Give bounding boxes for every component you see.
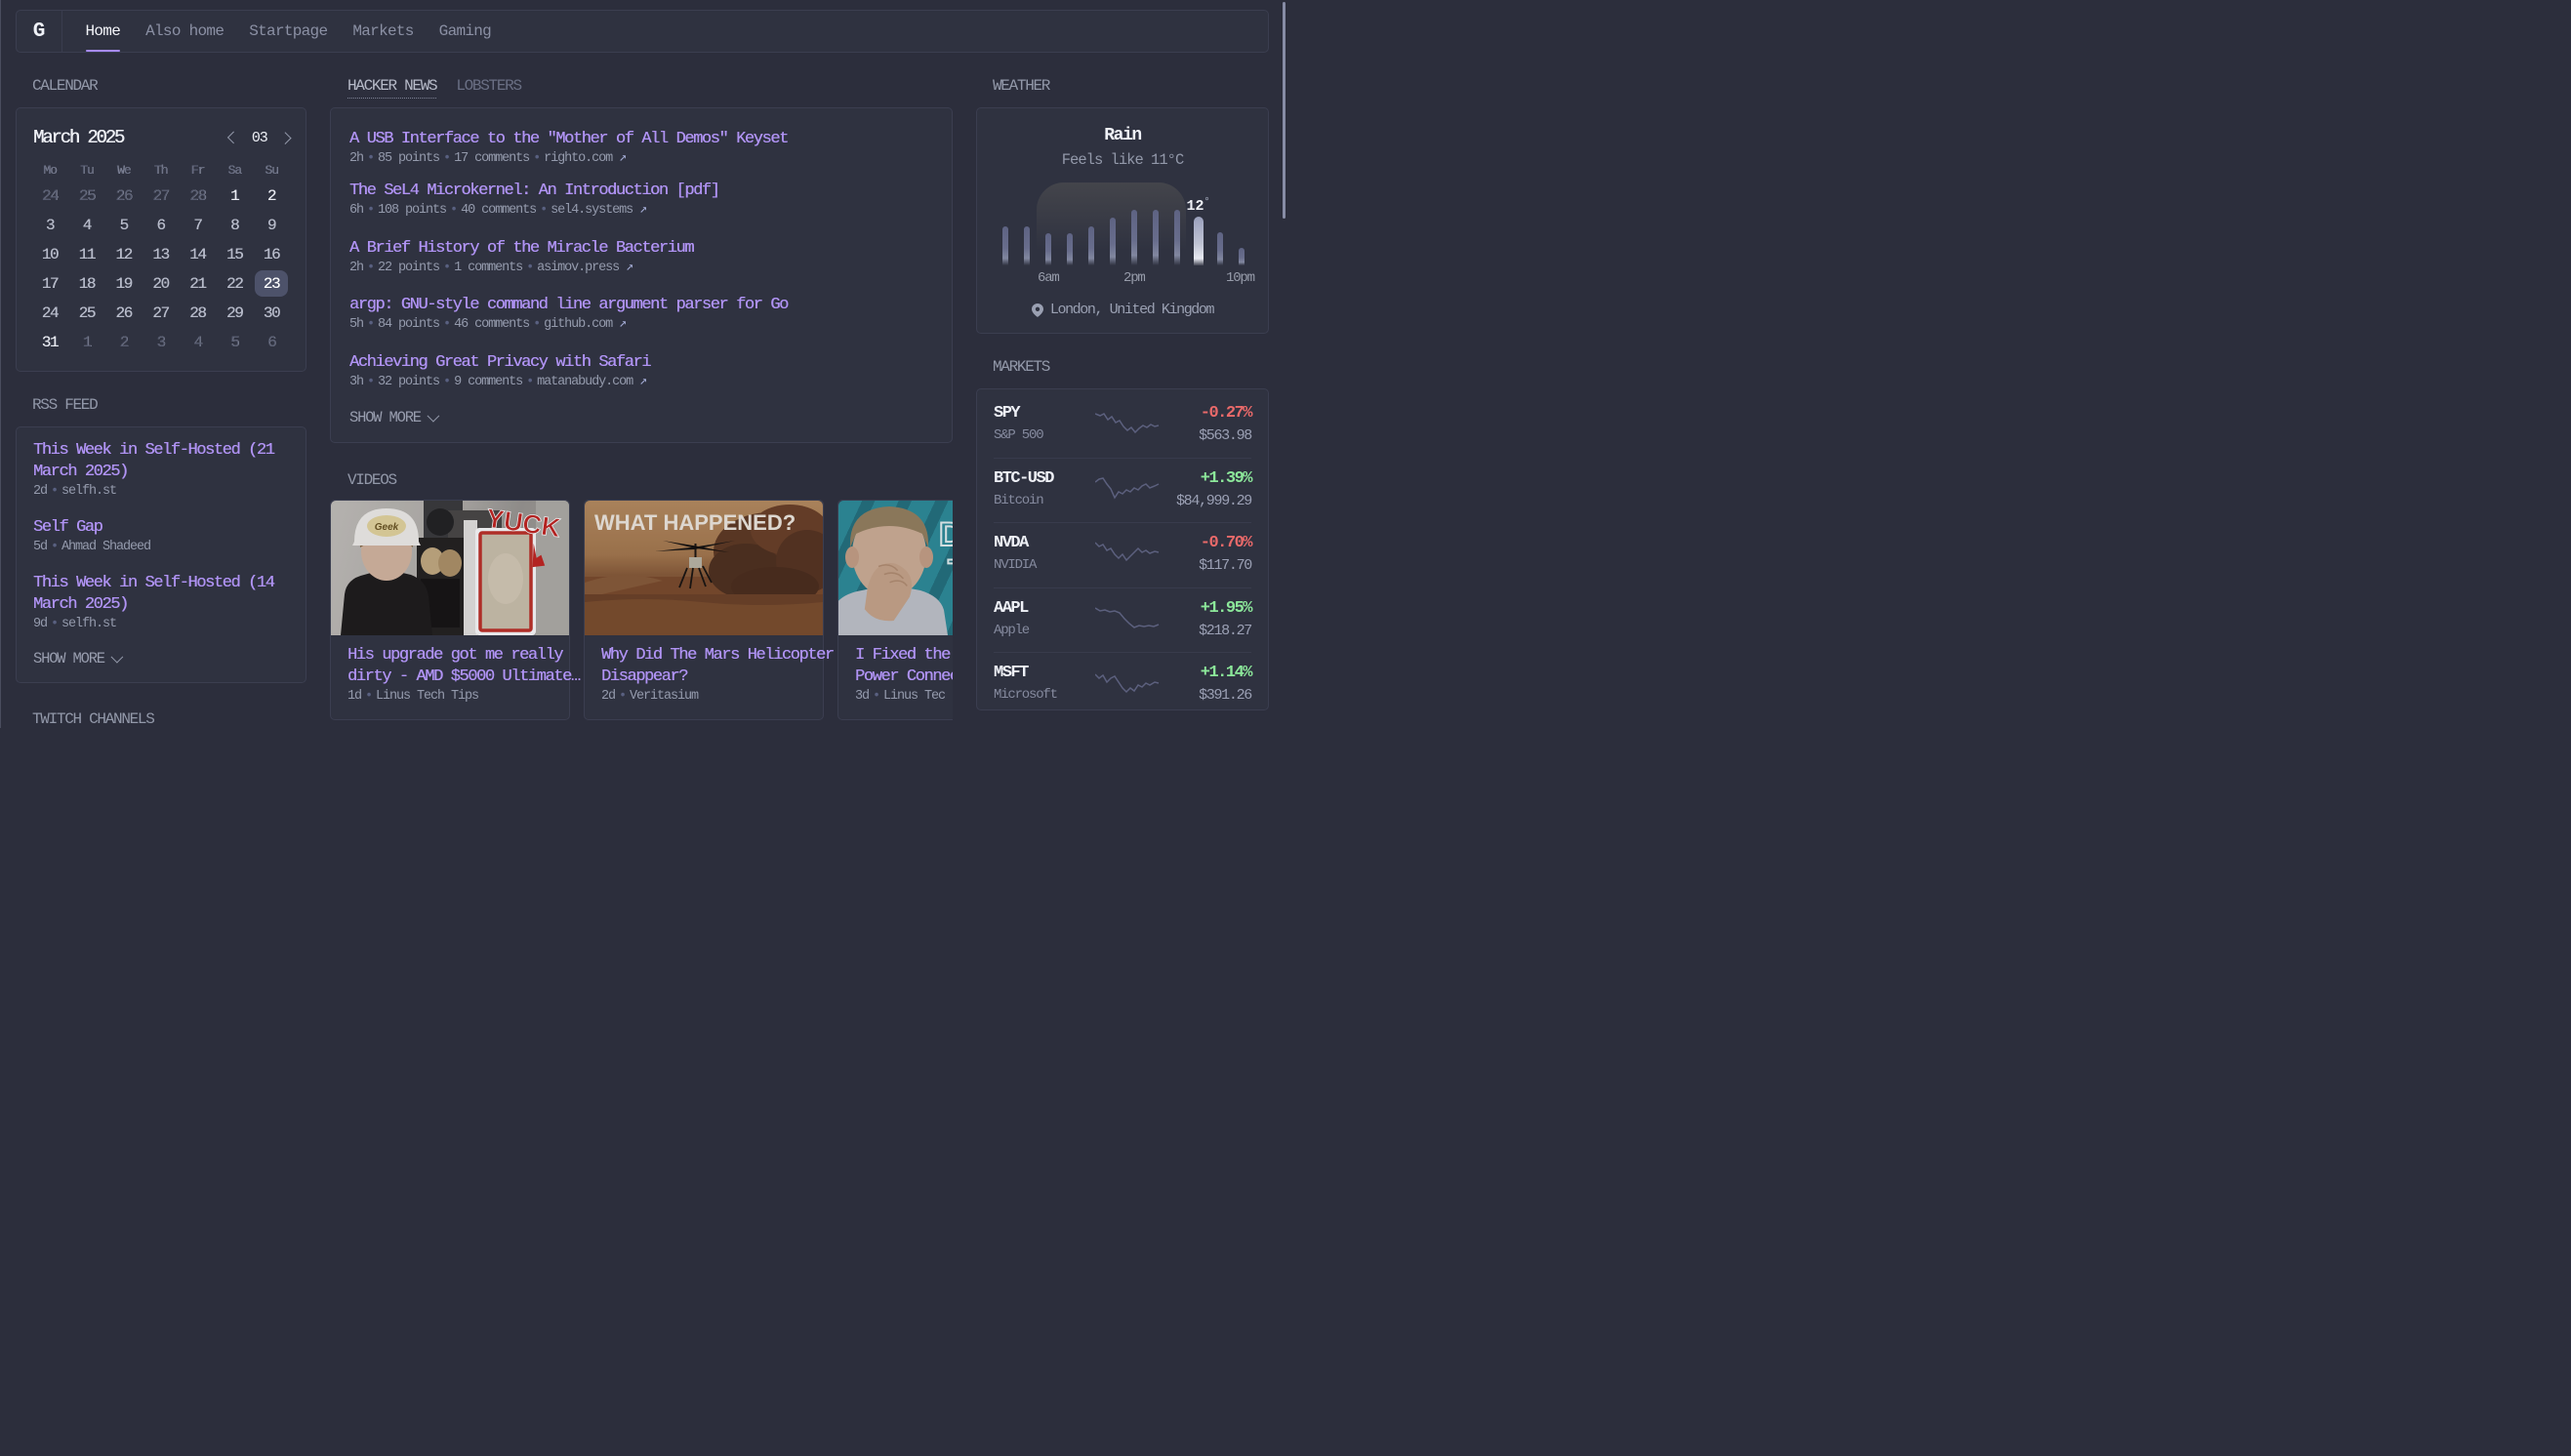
svg-text:TH: TH: [948, 553, 953, 590]
svg-text:Geek: Geek: [375, 522, 399, 533]
svg-text:DO: DO: [939, 516, 953, 553]
svg-text:YUCK: YUCK: [484, 504, 562, 543]
svg-text:WHAT HAPPENED?: WHAT HAPPENED?: [594, 510, 796, 535]
